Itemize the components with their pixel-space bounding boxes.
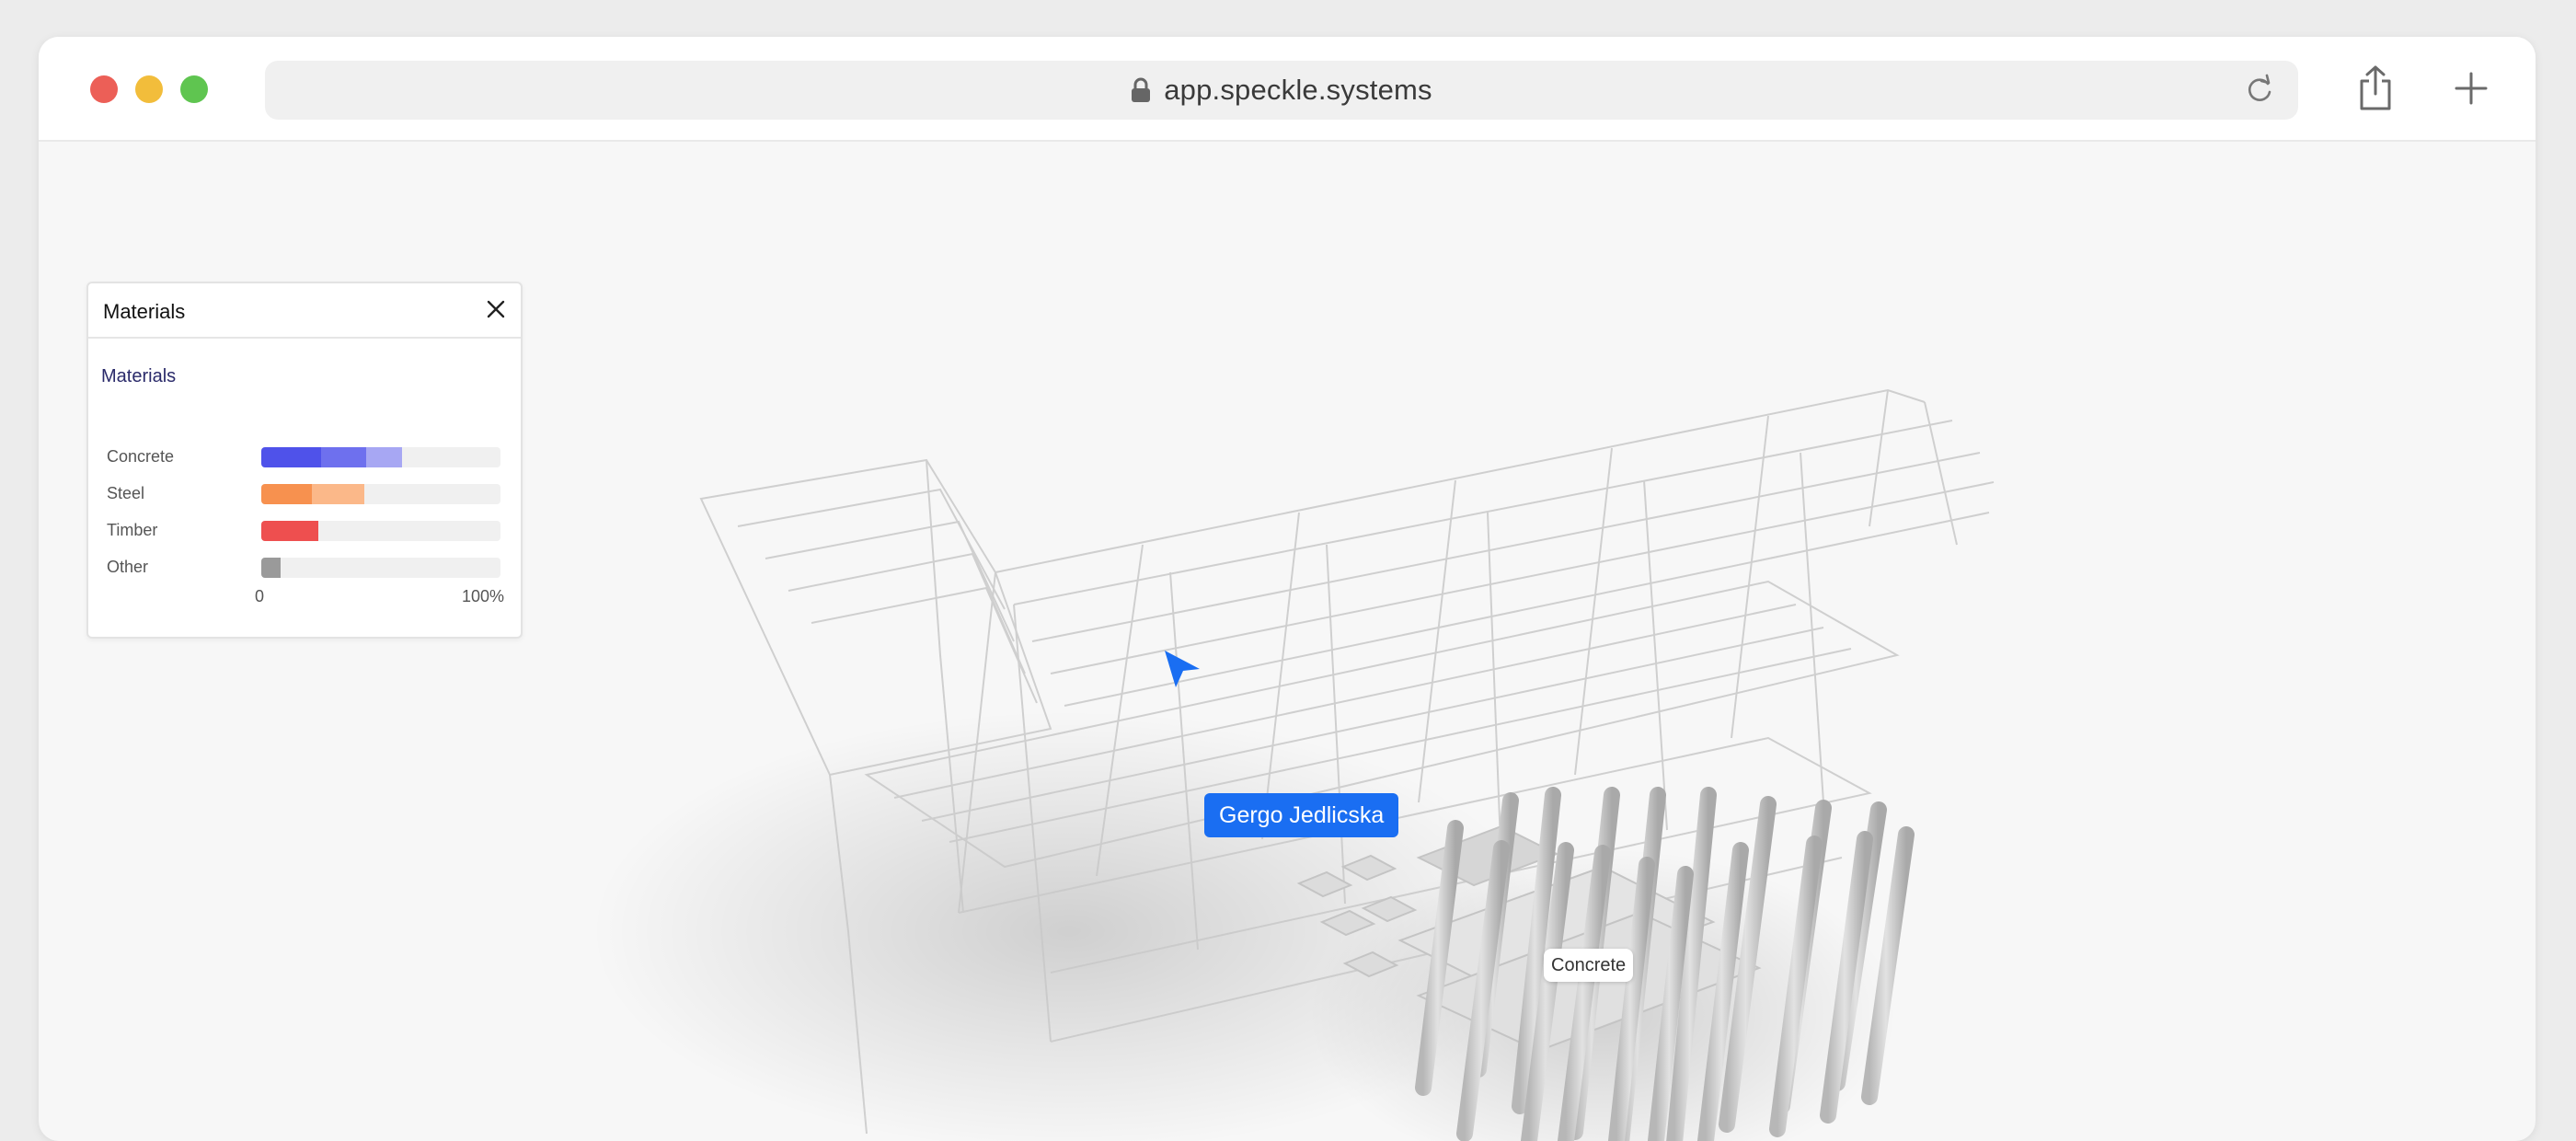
material-bar-segment <box>366 447 403 467</box>
close-icon[interactable] <box>486 299 506 319</box>
axis-min-label: 0 <box>255 587 265 605</box>
material-bar <box>261 484 500 504</box>
material-row-other: Other <box>107 556 512 580</box>
panel-title: Materials <box>103 300 186 323</box>
reload-icon[interactable] <box>2243 74 2276 107</box>
url-text: app.speckle.systems <box>1164 74 1432 106</box>
browser-toolbar: app.speckle.systems <box>39 37 2536 142</box>
section-title: Materials <box>101 366 177 386</box>
collaborator-name-tag: Gergo Jedlicska <box>1204 793 1399 837</box>
material-bar-segment <box>261 447 321 467</box>
new-tab-icon[interactable] <box>2451 68 2491 109</box>
share-icon[interactable] <box>2355 64 2396 112</box>
material-bar <box>261 558 500 578</box>
material-label: Other <box>107 558 149 576</box>
material-bar-segment <box>261 521 319 541</box>
object-label[interactable]: Concrete <box>1544 949 1634 982</box>
material-label: Timber <box>107 521 158 539</box>
material-bar-segment <box>311 484 364 504</box>
material-row-timber: Timber <box>107 519 512 543</box>
material-label: Concrete <box>107 447 175 466</box>
minimize-window-button[interactable] <box>135 75 163 103</box>
material-row-concrete: Concrete <box>107 445 512 469</box>
material-bar-segment <box>321 447 367 467</box>
material-bar-segment <box>261 558 281 578</box>
axis-max-label: 100% <box>462 587 505 605</box>
collaborator-cursor-icon <box>1165 651 1200 687</box>
material-row-steel: Steel <box>107 482 512 506</box>
browser-window: app.speckle.systems Materials Materials … <box>39 37 2536 1141</box>
lock-icon <box>1132 77 1151 102</box>
materials-panel: Materials Materials Concrete Steel Timbe… <box>86 282 523 639</box>
material-bar <box>261 521 500 541</box>
panel-header: Materials <box>88 283 521 339</box>
material-bar <box>261 447 500 467</box>
close-window-button[interactable] <box>90 75 118 103</box>
address-bar[interactable]: app.speckle.systems <box>265 61 2298 120</box>
material-label: Steel <box>107 484 145 502</box>
material-bar-segment <box>261 484 312 504</box>
3d-viewer[interactable]: Materials Materials Concrete Steel Timbe… <box>39 140 2536 1141</box>
maximize-window-button[interactable] <box>180 75 208 103</box>
